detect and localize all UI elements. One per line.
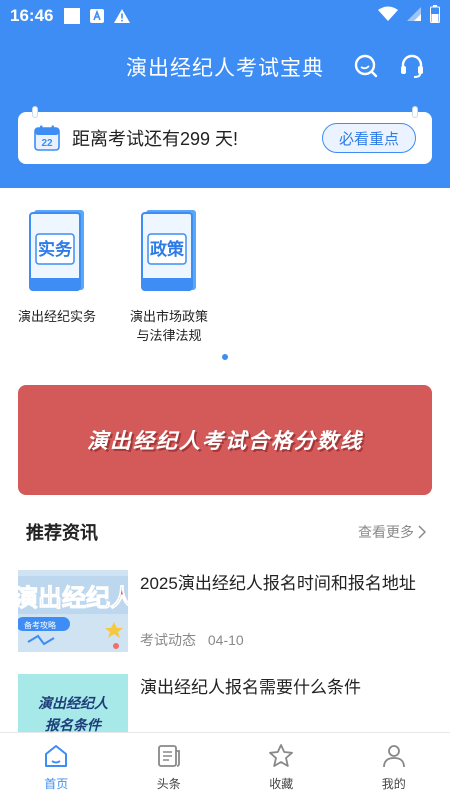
view-more-link[interactable]: 查看更多 — [358, 522, 426, 542]
news-category: 考试动态 — [140, 632, 196, 648]
countdown-text: 距离考试还有299 天! — [72, 129, 239, 149]
calendar-day: 22 — [41, 138, 53, 149]
nav-label: 首页 — [44, 777, 69, 791]
book-cover-text: 政策 — [150, 239, 185, 260]
subject-label: 演出经纪实务 — [17, 309, 96, 324]
warning-icon — [113, 8, 131, 24]
news-icon — [157, 745, 180, 767]
nav-headlines[interactable]: 头条 — [113, 733, 226, 800]
status-bar: 16:46 — [0, 0, 450, 32]
wifi-icon — [378, 6, 398, 27]
subject-policy[interactable]: 政策 演出市场政策 与法律法规 — [124, 208, 214, 345]
customer-service-button[interactable] — [398, 52, 426, 80]
star-icon — [269, 744, 294, 767]
key-points-button[interactable]: 必看重点 — [321, 123, 416, 153]
thumbnail-title: 演出经纪人 — [38, 695, 109, 712]
headset-icon — [401, 54, 423, 78]
subject-label-line: 与法律法规 — [136, 328, 202, 343]
thumbnail-title: 演出经纪人 — [18, 584, 128, 612]
user-icon — [382, 745, 405, 768]
section-title: 推荐资讯 — [26, 523, 98, 543]
binder-ring — [412, 106, 418, 118]
news-title: 2025演出经纪人报名时间和报名地址 — [140, 574, 416, 593]
news-thumbnail: 演出经纪人 备考攻略 — [18, 570, 128, 652]
battery-icon — [430, 4, 440, 28]
subject-label-line: 演出市场政策 — [129, 309, 208, 324]
news-title: 演出经纪人报名需要什么条件 — [140, 678, 361, 697]
book-cover-text: 实务 — [38, 239, 73, 260]
font-app-icon — [89, 8, 105, 24]
passing-score-banner[interactable]: 演出经纪人考试合格分数线 — [18, 385, 432, 495]
home-icon — [45, 745, 68, 767]
chevron-right-icon — [418, 525, 426, 539]
subject-practice[interactable]: 实务 演出经纪实务 — [12, 208, 102, 326]
calendar-icon: 22 — [34, 125, 60, 151]
banner-text: 演出经纪人考试合格分数线 — [87, 430, 363, 453]
bottom-nav: 首页 头条 收藏 我的 — [0, 732, 450, 800]
practice-book-icon: 实务 — [29, 210, 84, 291]
nav-label: 头条 — [156, 777, 181, 791]
news-section-header: 推荐资讯 查看更多 — [26, 518, 426, 546]
nav-label: 我的 — [381, 777, 406, 791]
nav-home[interactable]: 首页 — [0, 733, 113, 800]
page-title: 演出经纪人考试宝典 — [126, 57, 324, 80]
policy-book-icon: 政策 — [141, 210, 196, 291]
nav-label: 收藏 — [269, 777, 294, 791]
view-more-label: 查看更多 — [358, 524, 414, 540]
news-date: 04-10 — [207, 632, 244, 648]
notification-square-icon — [63, 7, 81, 25]
news-item[interactable]: 演出经纪人 备考攻略 2025演出经纪人报名时间和报名地址 考试动态 04-10 — [18, 570, 432, 654]
search-button[interactable] — [352, 52, 380, 80]
subject-label: 演出市场政策 与法律法规 — [124, 307, 214, 345]
status-time: 16:46 — [10, 6, 54, 25]
search-icon — [354, 54, 378, 78]
nav-favorites[interactable]: 收藏 — [225, 733, 338, 800]
app-header: 演出经纪人考试宝典 — [0, 32, 450, 100]
news-meta: 考试动态 04-10 — [140, 630, 244, 650]
signal-icon — [406, 6, 422, 27]
thumbnail-tag: 备考攻略 — [24, 620, 56, 630]
binder-ring — [32, 106, 38, 118]
page-indicator-dot — [222, 354, 228, 360]
nav-profile[interactable]: 我的 — [338, 733, 450, 800]
exam-countdown-card: 22 距离考试还有299 天! 必看重点 — [18, 106, 432, 164]
